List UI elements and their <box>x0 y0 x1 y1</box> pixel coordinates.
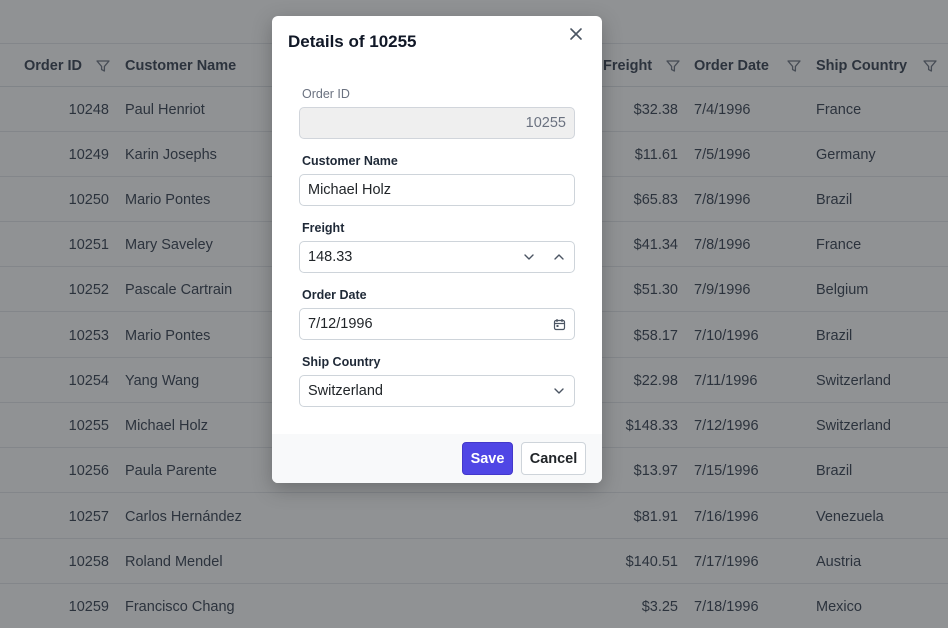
dialog-footer: Save Cancel <box>272 434 602 483</box>
ship-country-select[interactable]: Switzerland <box>299 375 575 407</box>
ship-country-label: Ship Country <box>302 355 381 369</box>
customer-name-field[interactable]: Michael Holz <box>299 174 575 206</box>
close-icon[interactable] <box>569 27 583 46</box>
calendar-icon[interactable] <box>551 316 567 332</box>
chevron-up-icon[interactable] <box>551 249 567 265</box>
close-button[interactable] <box>566 26 586 46</box>
order-id-value: 10255 <box>525 115 566 131</box>
edit-dialog: Details of 10255 Order ID 10255 Customer… <box>272 16 602 483</box>
order-id-field: 10255 <box>299 107 575 139</box>
dialog-title: Details of 10255 <box>288 32 417 51</box>
order-id-label: Order ID <box>302 87 350 101</box>
freight-stepper[interactable]: 148.33 <box>299 241 575 273</box>
freight-label: Freight <box>302 221 345 235</box>
ship-country-value: Switzerland <box>308 383 383 399</box>
customer-name-label: Customer Name <box>302 154 398 168</box>
chevron-down-icon[interactable] <box>521 249 537 265</box>
order-date-value: 7/12/1996 <box>308 316 373 332</box>
customer-name-value: Michael Holz <box>308 182 391 198</box>
order-date-field[interactable]: 7/12/1996 <box>299 308 575 340</box>
chevron-down-icon[interactable] <box>551 383 567 399</box>
save-button[interactable]: Save <box>462 442 513 475</box>
order-date-label: Order Date <box>302 288 367 302</box>
cancel-button[interactable]: Cancel <box>521 442 586 475</box>
